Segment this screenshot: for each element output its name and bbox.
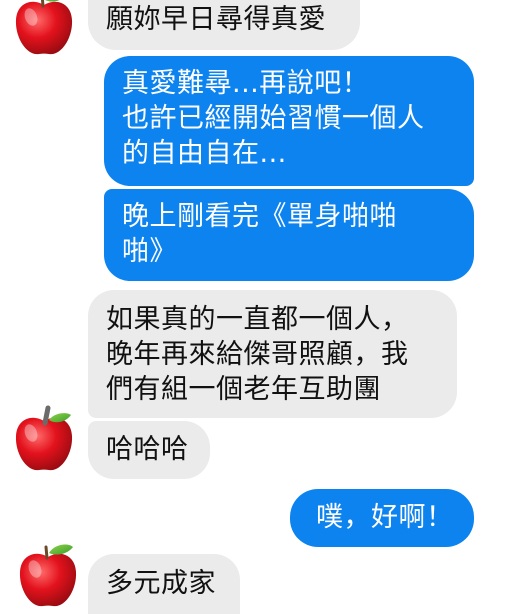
incoming-message-bubble[interactable]: 多元成家 (88, 554, 240, 614)
incoming-message-bubble[interactable]: 願妳早日尋得真愛 (88, 0, 360, 50)
red-apple-icon[interactable] (9, 404, 79, 474)
incoming-message-bubble[interactable]: 如果真的一直都一個人， 晚年再來給傑哥照顧，我 們有組一個老年互助團 (88, 290, 457, 418)
red-apple-icon[interactable] (9, 0, 79, 58)
chat-thread[interactable]: 願妳早日尋得真愛 真愛難尋...再說吧！ 也許已經開始習慣一個人 的自由自在..… (0, 0, 519, 614)
outgoing-message-bubble[interactable]: 晚上剛看完《單身啪啪 啪》 (104, 189, 474, 281)
outgoing-message-bubble[interactable]: 真愛難尋...再說吧！ 也許已經開始習慣一個人 的自由自在... (104, 56, 474, 186)
incoming-message-bubble[interactable]: 哈哈哈 (88, 421, 210, 479)
outgoing-message-bubble[interactable]: 噗，好啊！ (290, 489, 474, 547)
